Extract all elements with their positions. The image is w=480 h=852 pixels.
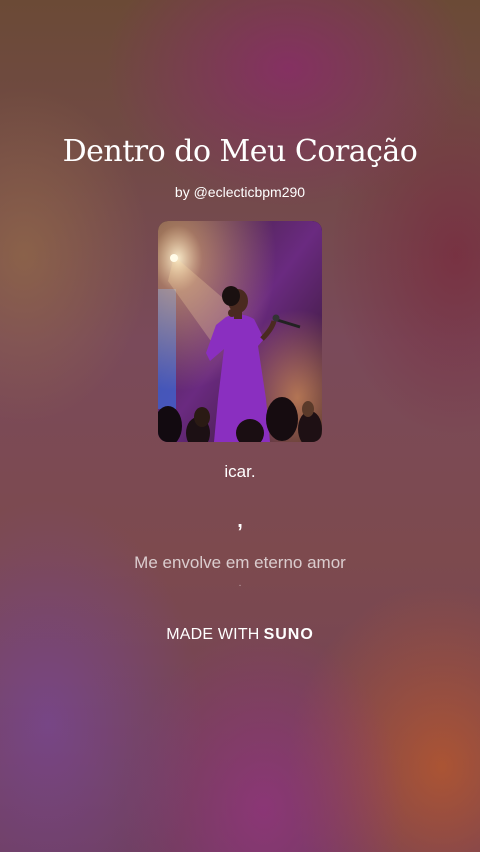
artist-byline[interactable]: by @eclecticbpm290 (0, 184, 480, 200)
cover-art-illustration (158, 221, 322, 442)
watermark-prefix: MADE WITH (166, 626, 260, 643)
made-with-suno-watermark: MADE WITH SUNO (0, 626, 480, 644)
song-title: Dentro do Meu Coração (62, 134, 418, 169)
lyric-line-previous: icar. (224, 462, 256, 481)
lyric-line-current: Me envolve em eterno amor (134, 553, 346, 572)
cover-art (158, 221, 322, 442)
suno-logo: SUNO (263, 626, 314, 643)
lyric-line-next: . (238, 578, 242, 589)
lyric-line-punctuation: , (237, 510, 243, 532)
